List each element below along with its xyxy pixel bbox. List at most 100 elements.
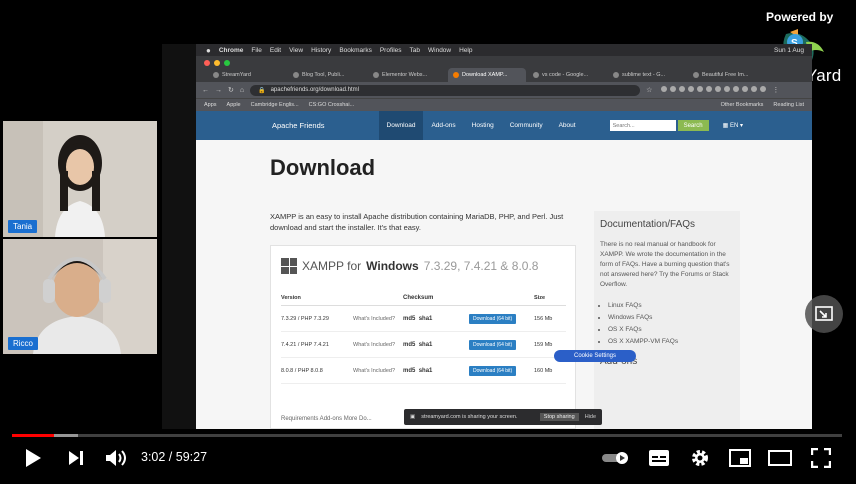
download-button[interactable]: Download (64 bit) xyxy=(469,339,517,350)
theater-mode-icon[interactable] xyxy=(767,446,793,470)
whats-included-link[interactable]: What's Included? xyxy=(353,342,403,348)
bookmark-star-icon[interactable]: ☆ xyxy=(646,86,652,94)
menubar-item[interactable]: Profiles xyxy=(380,47,402,54)
md5-link[interactable]: md5 xyxy=(403,342,415,348)
windows-download-card: XAMPP for Windows 7.3.29, 7.4.21 & 8.0.8… xyxy=(270,245,576,429)
time-display: 3:02 / 59:27 xyxy=(141,450,208,464)
browser-tab[interactable]: Beautiful Free Im... xyxy=(688,68,766,82)
menubar-item[interactable]: History xyxy=(311,47,331,54)
site-search-button[interactable]: Search xyxy=(677,120,709,131)
volume-icon[interactable] xyxy=(103,446,129,470)
menubar-item[interactable]: Chrome xyxy=(219,47,244,54)
sidebar-heading: Documentation/FAQs xyxy=(600,219,696,230)
screen-share-view: ● Chrome File Edit View History Bookmark… xyxy=(162,44,812,429)
nav-addons[interactable]: Add-ons xyxy=(423,111,463,140)
miniplayer-button-icon[interactable] xyxy=(727,446,753,470)
site-navbar: Apache Friends Download Add-ons Hosting … xyxy=(196,111,812,140)
sidebar-text: There is no real manual or handbook for … xyxy=(600,241,730,288)
menubar-item[interactable]: Bookmarks xyxy=(339,47,372,54)
browser-tab-active[interactable]: Download XAMP... xyxy=(448,68,526,82)
menubar-item[interactable]: Edit xyxy=(270,47,281,54)
browser-tab[interactable]: StreamYard xyxy=(208,68,286,82)
address-bar[interactable]: 🔒 apachefriends.org/download.html xyxy=(250,84,641,96)
stop-sharing-button[interactable]: Stop sharing xyxy=(539,413,579,421)
screen-share-notice: ▣ streamyard.com is sharing your screen.… xyxy=(404,409,602,425)
browser-tab[interactable]: sublime text - G... xyxy=(608,68,686,82)
menubar-item[interactable]: Help xyxy=(459,47,472,54)
menubar-item[interactable]: Tab xyxy=(410,47,420,54)
nav-download[interactable]: Download xyxy=(378,111,424,140)
faq-link[interactable]: OS X XAMPP-VM FAQs xyxy=(608,336,734,348)
bookmarks-bar: Apps Apple Cambridge Englis... CS:GO Cro… xyxy=(196,98,812,111)
bookmark-item[interactable]: Reading List xyxy=(773,102,804,108)
requirements-links[interactable]: Requirements Add-ons More Do... xyxy=(281,416,372,422)
webpage: Apache Friends Download Add-ons Hosting … xyxy=(196,111,812,429)
play-icon[interactable] xyxy=(20,446,46,470)
reload-icon[interactable]: ↻ xyxy=(228,86,234,94)
faq-link[interactable]: Windows FAQs xyxy=(608,312,734,324)
windows-logo-icon xyxy=(281,258,297,274)
bookmark-item[interactable]: Apple xyxy=(227,102,241,108)
card-title: XAMPP for Windows 7.3.29, 7.4.21 & 8.0.8 xyxy=(281,258,538,274)
next-icon[interactable] xyxy=(63,446,89,470)
faq-link[interactable]: OS X FAQs xyxy=(608,324,734,336)
favicon-icon xyxy=(453,72,459,78)
back-icon[interactable]: ← xyxy=(202,87,209,94)
sha1-link[interactable]: sha1 xyxy=(419,368,433,374)
nav-community[interactable]: Community xyxy=(502,111,551,140)
browser-tab-strip: StreamYard Blog Tool, Publi... Elementor… xyxy=(196,56,812,82)
nav-about[interactable]: About xyxy=(551,111,584,140)
whats-included-link[interactable]: What's Included? xyxy=(353,368,403,374)
mac-menubar: ● Chrome File Edit View History Bookmark… xyxy=(196,44,812,56)
download-table: Version Checksum Size 7.3.29 / PHP 7.3.2… xyxy=(281,290,566,384)
miniplayer-icon[interactable] xyxy=(805,295,843,333)
sha1-link[interactable]: sha1 xyxy=(419,316,433,322)
participant-name-tag: Tania xyxy=(8,220,38,233)
progress-bar[interactable] xyxy=(12,434,842,437)
md5-link[interactable]: md5 xyxy=(403,368,415,374)
browser-tab[interactable]: vs code - Google... xyxy=(528,68,606,82)
site-brand[interactable]: Apache Friends xyxy=(272,121,325,130)
whats-included-link[interactable]: What's Included? xyxy=(353,316,403,322)
bookmark-item[interactable]: CS:GO Crosshai... xyxy=(309,102,355,108)
forward-icon[interactable]: → xyxy=(215,87,222,94)
menubar-item[interactable]: View xyxy=(289,47,303,54)
intro-text: XAMPP is an easy to install Apache distr… xyxy=(270,212,564,232)
browser-tab[interactable]: Blog Tool, Publi... xyxy=(288,68,366,82)
download-button[interactable]: Download (64 bit) xyxy=(469,313,517,324)
minimize-window-icon[interactable] xyxy=(214,60,220,66)
menubar-item[interactable]: File xyxy=(251,47,261,54)
favicon-icon xyxy=(293,72,299,78)
close-window-icon[interactable] xyxy=(204,60,210,66)
menubar-clock: Sun 1 Aug xyxy=(774,46,804,54)
settings-gear-icon[interactable] xyxy=(687,446,713,470)
zoom-window-icon[interactable] xyxy=(224,60,230,66)
favicon-icon xyxy=(613,72,619,78)
home-icon[interactable]: ⌂ xyxy=(240,87,244,94)
fullscreen-icon[interactable] xyxy=(808,446,834,470)
sha1-link[interactable]: sha1 xyxy=(419,342,433,348)
lock-icon: 🔒 xyxy=(258,87,266,94)
language-selector[interactable]: ▦ EN ▾ xyxy=(723,122,743,129)
download-button[interactable]: Download (64 bit) xyxy=(469,365,517,376)
bookmark-item[interactable]: Other Bookmarks xyxy=(721,102,764,108)
md5-link[interactable]: md5 xyxy=(403,316,415,322)
bookmark-item[interactable]: Cambridge Englis... xyxy=(251,102,299,108)
table-row: 7.3.29 / PHP 7.3.29 What's Included? md5… xyxy=(281,306,566,332)
favicon-icon xyxy=(373,72,379,78)
hide-notice-button[interactable]: Hide xyxy=(585,414,602,420)
browser-tab[interactable]: Elementor Webs... xyxy=(368,68,446,82)
flag-icon: ▦ xyxy=(722,123,730,129)
subtitles-icon[interactable] xyxy=(646,446,672,470)
table-header: Version Checksum Size xyxy=(281,290,566,306)
browser-menu-icon[interactable]: ⋮ xyxy=(772,86,779,94)
nav-hosting[interactable]: Hosting xyxy=(464,111,502,140)
menubar-item[interactable]: Window xyxy=(428,47,451,54)
bookmark-item[interactable]: Apps xyxy=(204,102,217,108)
player-controls: 3:02 / 59:27 xyxy=(0,443,856,473)
site-search-input[interactable]: Search... xyxy=(609,120,676,131)
faq-link[interactable]: Linux FAQs xyxy=(608,300,734,312)
autoplay-toggle[interactable] xyxy=(600,446,632,470)
table-row: 8.0.8 / PHP 8.0.8 What's Included? md5 s… xyxy=(281,358,566,384)
cookie-settings-button[interactable]: Cookie Settings xyxy=(554,350,637,362)
